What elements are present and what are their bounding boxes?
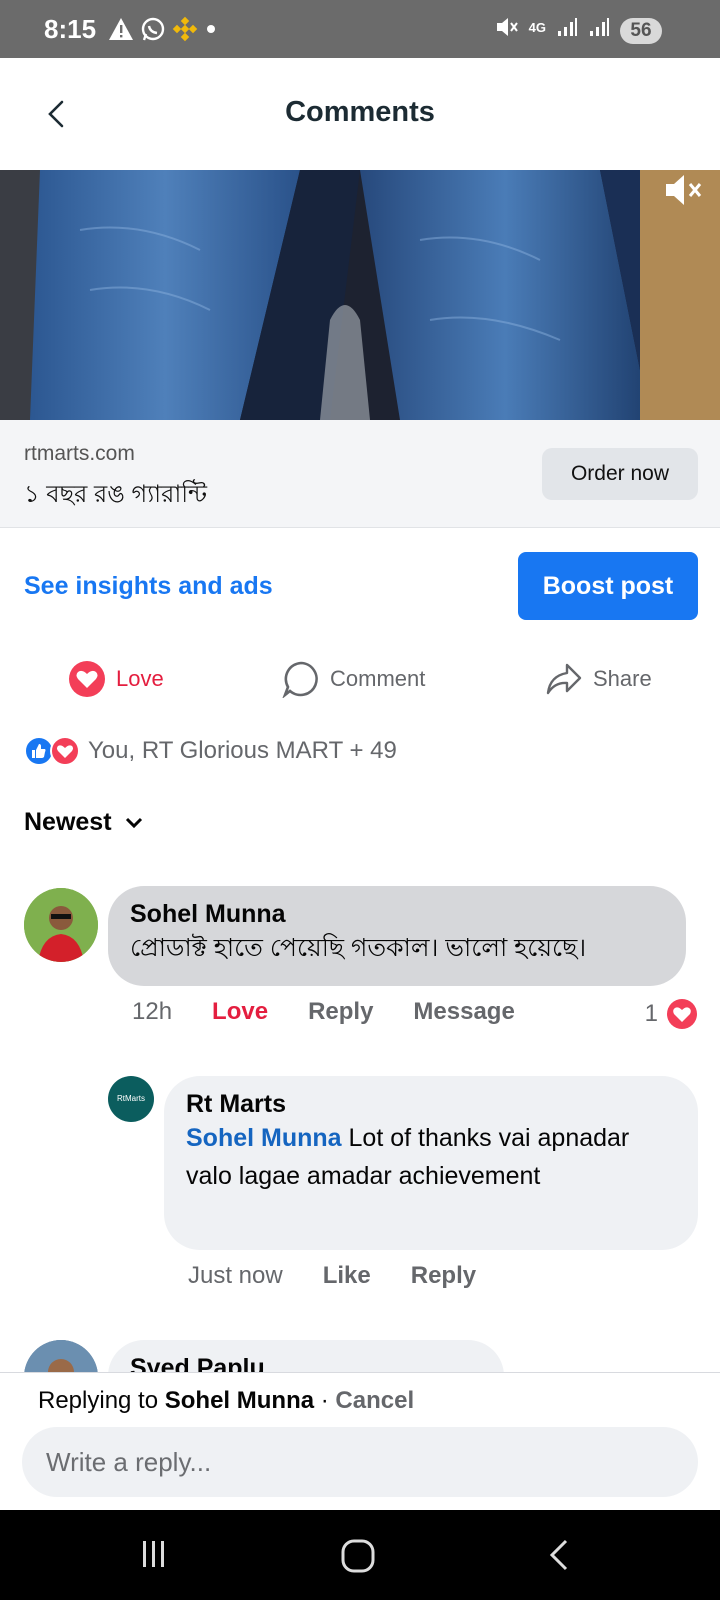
post-video[interactable] [0,170,720,420]
network-type: 4G [528,19,546,35]
ad-headline: ১ বছর রঙ গ্যারান্টি [24,481,208,508]
system-icons: 4G [495,15,610,39]
system-nav-bar [0,1510,720,1600]
page-avatar-logo: RtMarts [117,1094,145,1103]
reaction-icons [24,736,80,766]
ad-domain: rtmarts.com [24,442,135,465]
sort-dropdown[interactable]: Newest [24,808,144,837]
reply-bubble[interactable]: Rt Marts Sohel Munna Lot of thanks vai a… [164,1076,698,1250]
comment-label: Comment [330,666,426,691]
status-time: 8:15 [44,14,97,44]
status-bar: 8:15 4G 56 [0,0,720,58]
love-reaction-small-icon [50,736,80,766]
replying-prefix: Replying to [38,1387,165,1414]
dot-icon [207,25,215,33]
love-button[interactable]: Love [68,652,164,706]
replying-separator: · [314,1387,336,1414]
share-label: Share [593,666,652,691]
ad-link-bar[interactable]: rtmarts.com ১ বছর রঙ গ্যারান্টি Order no… [0,420,720,528]
page-avatar[interactable]: RtMarts [108,1076,154,1122]
comment-message-button[interactable]: Message [413,998,514,1026]
chevron-down-icon [125,817,142,828]
comment-icon [282,661,318,698]
binance-icon [172,16,198,42]
reply-meta: Just now Like Reply [188,1262,516,1290]
page-title: Comments [285,96,435,128]
recents-icon[interactable] [138,1538,170,1570]
post-actions: Love Comment Share [0,652,720,706]
mute-icon [496,18,518,36]
battery-indicator: 56 [620,18,662,44]
replying-target: Sohel Munna [164,1387,315,1414]
reply-author[interactable]: Rt Marts [186,1090,676,1119]
comment-button[interactable]: Comment [282,652,425,706]
order-now-button[interactable]: Order now [542,448,698,500]
back-icon[interactable] [544,1538,574,1572]
whatsapp-icon [141,17,165,41]
share-icon [546,663,582,695]
cancel-reply-button[interactable]: Cancel [335,1387,414,1414]
app-header: Comments [0,58,720,170]
user-photo [24,888,98,962]
comment-bubble[interactable]: Sohel Munna প্রোডাক্ট হাতে পেয়েছি গতকাল… [108,886,686,986]
reply-reply-button[interactable]: Reply [411,1262,476,1290]
love-reaction-icon [69,661,105,697]
share-button[interactable]: Share [545,652,652,706]
comment-text: প্রোডাক্ট হাতে পেয়েছি গতকাল। ভালো হয়েছ… [130,934,587,962]
boost-post-button[interactable]: Boost post [518,552,698,620]
see-insights-link[interactable]: See insights and ads [24,572,273,601]
notification-icons [108,16,218,42]
avatar[interactable] [24,888,98,962]
comment-reaction-count[interactable]: 1 [645,998,698,1030]
signal-icon-2 [590,18,609,36]
reply-like-button[interactable]: Like [323,1262,371,1290]
reply-mention[interactable]: Sohel Munna [186,1124,342,1152]
comment-time: 12h [132,998,173,1025]
reply-text-block: Sohel Munna Lot of thanks vai apnadar va… [186,1119,676,1195]
signal-icon [558,18,577,36]
home-icon[interactable] [340,1538,376,1574]
reply-composer: Replying to Sohel Munna · Cancel [0,1372,720,1510]
comment-reply-button[interactable]: Reply [308,998,373,1026]
comment-author[interactable]: Sohel Munna [130,900,664,929]
comment-love-button[interactable]: Love [212,998,268,1026]
replying-to-label: Replying to Sohel Munna · Cancel [38,1387,414,1415]
warning-icon [109,18,133,40]
reply-input[interactable] [22,1427,698,1497]
reaction-count: 1 [644,1000,658,1027]
love-label: Love [116,666,164,691]
sort-label: Newest [24,808,112,836]
reactions-text: You, RT Glorious MART + 49 [88,737,397,764]
comment-meta: 12h Love Reply Message 1 [132,998,698,1029]
love-reaction-icon [667,999,697,1029]
volume-mute-icon[interactable] [662,170,706,210]
reply-time: Just now [188,1262,283,1289]
reactions-summary[interactable]: You, RT Glorious MART + 49 [24,736,397,766]
video-frame [0,170,720,420]
